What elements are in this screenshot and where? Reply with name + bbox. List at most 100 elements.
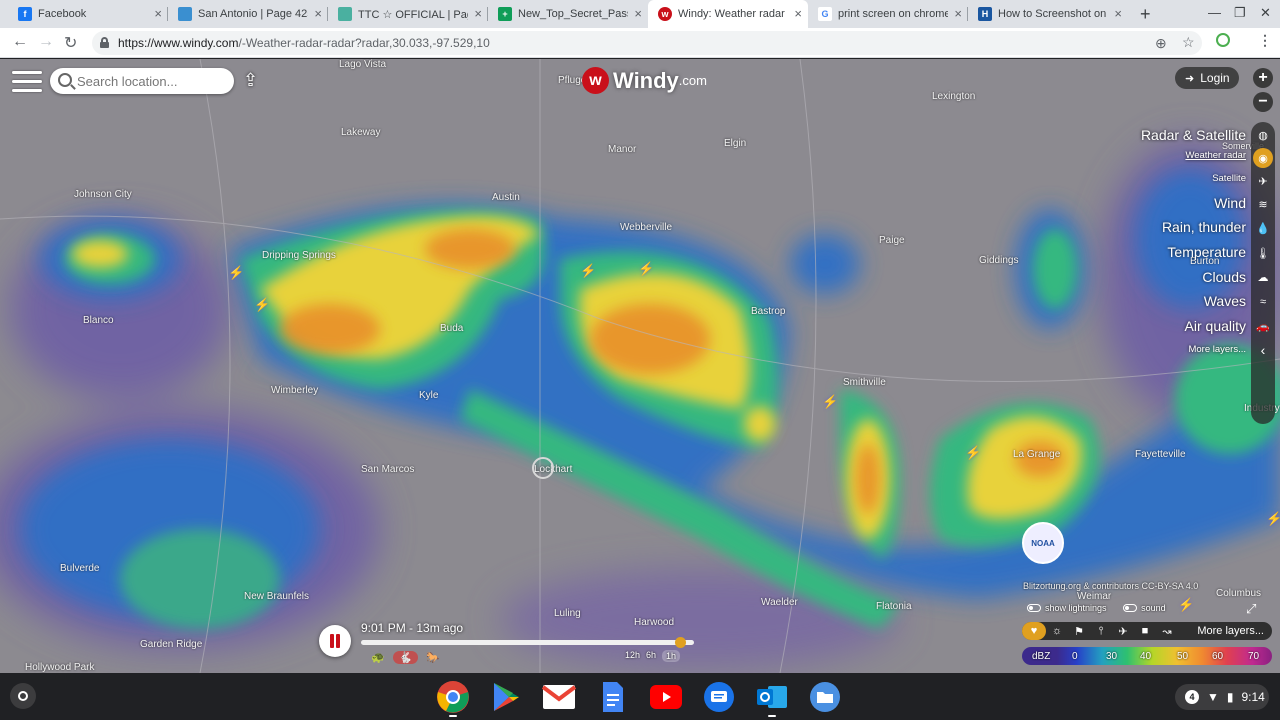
more-layers-button[interactable]: More layers... bbox=[1197, 625, 1264, 637]
address-bar[interactable]: https://www.windy.com/-Weather-radar-rad… bbox=[92, 31, 1202, 55]
tab-windy[interactable]: w Windy: Weather radar × bbox=[648, 0, 808, 28]
sound-toggle[interactable]: sound bbox=[1123, 603, 1166, 613]
close-icon[interactable]: × bbox=[634, 7, 642, 21]
launcher-icon[interactable] bbox=[10, 683, 36, 709]
zoom-in-button[interactable]: + bbox=[1253, 68, 1273, 88]
close-icon[interactable]: × bbox=[794, 7, 802, 21]
radar-icon[interactable]: ◉ bbox=[1253, 148, 1273, 168]
forward-icon[interactable]: → bbox=[38, 33, 54, 51]
location-marker[interactable] bbox=[532, 457, 554, 479]
location-icon[interactable]: ⊕ bbox=[1155, 35, 1167, 52]
step-6h[interactable]: 6h bbox=[646, 650, 656, 662]
lightning-icon: ⚡ bbox=[254, 297, 271, 312]
youtube-icon[interactable] bbox=[649, 680, 683, 714]
url-path: /-Weather-radar-radar?radar,30.033,-97.5… bbox=[238, 36, 490, 50]
layer-wind[interactable]: Wind bbox=[1214, 195, 1246, 211]
place-label: Bulverde bbox=[60, 563, 100, 574]
globe-icon[interactable]: ◍ bbox=[1253, 125, 1273, 145]
close-window-icon[interactable]: ✕ bbox=[1260, 5, 1271, 21]
back-icon[interactable]: ← bbox=[12, 33, 28, 51]
step-1h[interactable]: 1h bbox=[662, 650, 681, 662]
place-label: Austin bbox=[492, 192, 520, 203]
gmail-icon[interactable] bbox=[542, 680, 576, 714]
cloud-icon[interactable]: ☁ bbox=[1253, 267, 1273, 287]
waves-icon[interactable]: ≈ bbox=[1253, 292, 1273, 312]
layer-satellite[interactable]: Satellite bbox=[1212, 173, 1246, 184]
radar-map[interactable]: Lago Vista Pflugerville Lexington Lakewa… bbox=[0, 59, 1280, 673]
close-icon[interactable]: × bbox=[474, 7, 482, 21]
wifi-icon: ▼ bbox=[1207, 690, 1219, 704]
layer-more[interactable]: More layers... bbox=[1188, 344, 1246, 355]
reload-icon[interactable]: ↻ bbox=[64, 33, 77, 53]
place-label: New Braunfels bbox=[244, 591, 310, 602]
close-icon[interactable]: × bbox=[154, 7, 162, 21]
tab-sheets[interactable]: + New_Top_Secret_Passw × bbox=[488, 0, 648, 28]
zoom-out-button[interactable]: − bbox=[1253, 92, 1273, 112]
plane-icon[interactable]: ✈ bbox=[1112, 625, 1134, 638]
layer-radar-satellite[interactable]: Radar & Satellite bbox=[1141, 127, 1246, 143]
login-button[interactable]: ➜ Login bbox=[1175, 67, 1239, 89]
messages-icon[interactable] bbox=[702, 680, 736, 714]
layer-clouds[interactable]: Clouds bbox=[1202, 269, 1246, 285]
lightning-icon: ⚡ bbox=[580, 263, 597, 278]
rabbit-icon[interactable]: 🐇 bbox=[392, 651, 419, 664]
satellite-icon[interactable]: ✈ bbox=[1253, 171, 1273, 191]
flag-icon[interactable]: ⚑ bbox=[1068, 625, 1090, 638]
hamburger-menu-icon[interactable] bbox=[12, 71, 42, 93]
thermometer-icon[interactable]: ⫯ bbox=[1090, 625, 1112, 638]
lightning-icon: ⚡ bbox=[1178, 597, 1195, 612]
close-icon[interactable]: × bbox=[314, 7, 322, 21]
menu-dots-icon[interactable]: ⋮ bbox=[1258, 32, 1272, 49]
place-label: Lakeway bbox=[341, 127, 381, 138]
play-store-icon[interactable] bbox=[489, 680, 523, 714]
webcam-icon[interactable]: ■ bbox=[1134, 625, 1156, 637]
tab-how-to[interactable]: H How to Screenshot on C × bbox=[968, 0, 1128, 28]
layer-rain-thunder[interactable]: Rain, thunder bbox=[1162, 219, 1246, 235]
place-label: Johnson City bbox=[74, 189, 132, 200]
tab-title: TTC ☆ OFFICIAL | Page bbox=[358, 8, 468, 21]
layer-weather-radar[interactable]: Weather radar bbox=[1185, 150, 1246, 161]
restore-icon[interactable]: ❐ bbox=[1234, 5, 1246, 21]
tab-san-antonio[interactable]: San Antonio | Page 4250 × bbox=[168, 0, 328, 28]
layer-waves[interactable]: Waves bbox=[1204, 293, 1246, 309]
search-location-input[interactable]: Search location... bbox=[50, 68, 234, 94]
place-label: Dripping Springs bbox=[262, 250, 336, 261]
car-icon[interactable]: 🚗 bbox=[1253, 316, 1273, 336]
layer-air-quality[interactable]: Air quality bbox=[1185, 318, 1246, 334]
close-icon[interactable]: × bbox=[1114, 7, 1122, 21]
outlook-icon[interactable] bbox=[755, 680, 789, 717]
extension-icon[interactable] bbox=[1216, 33, 1230, 47]
chevron-left-icon[interactable]: ‹ bbox=[1253, 340, 1273, 360]
tab-ttc[interactable]: TTC ☆ OFFICIAL | Page × bbox=[328, 0, 488, 28]
pause-button[interactable] bbox=[319, 625, 351, 657]
horse-icon[interactable]: 🐎 bbox=[426, 651, 440, 664]
share-icon[interactable]: ⇪ bbox=[243, 70, 258, 91]
turtle-icon[interactable]: 🐢 bbox=[371, 651, 385, 664]
weather-icon[interactable]: ☼ bbox=[1046, 625, 1068, 637]
show-lightnings-toggle[interactable]: show lightnings bbox=[1027, 603, 1107, 613]
files-icon[interactable] bbox=[808, 680, 842, 714]
step-12h[interactable]: 12h bbox=[625, 650, 640, 662]
windy-logo[interactable]: w Windy .com bbox=[582, 67, 707, 94]
docs-icon[interactable] bbox=[596, 680, 630, 714]
status-tray[interactable]: 4 ▼ ▮ 9:14 bbox=[1175, 684, 1269, 710]
heart-icon[interactable]: ♥ bbox=[1022, 622, 1046, 640]
lock-icon[interactable] bbox=[100, 37, 109, 48]
wind-icon[interactable]: ≋ bbox=[1253, 194, 1273, 214]
fullscreen-icon[interactable]: ⤢ bbox=[1246, 601, 1256, 617]
wind-sock-icon[interactable]: ↝ bbox=[1156, 625, 1178, 638]
tab-facebook[interactable]: f Facebook × bbox=[8, 0, 168, 28]
logo-word: Windy bbox=[613, 67, 679, 93]
tab-google-search[interactable]: G print screen on chrome × bbox=[808, 0, 968, 28]
layer-temperature[interactable]: Temperature bbox=[1167, 244, 1246, 260]
bookmark-star-icon[interactable]: ☆ bbox=[1182, 34, 1195, 51]
notification-badge[interactable]: 4 bbox=[1185, 690, 1199, 704]
new-tab-icon[interactable]: + bbox=[1140, 4, 1151, 25]
close-icon[interactable]: × bbox=[954, 7, 962, 21]
timeline-track[interactable] bbox=[361, 640, 694, 645]
minimize-icon[interactable]: — bbox=[1208, 5, 1221, 20]
rain-icon[interactable]: 💧 bbox=[1253, 218, 1273, 238]
chrome-icon[interactable] bbox=[436, 680, 470, 717]
url-text[interactable]: https://www.windy.com/-Weather-radar-rad… bbox=[118, 36, 490, 50]
thermometer-icon[interactable]: 🌡 bbox=[1253, 243, 1273, 263]
